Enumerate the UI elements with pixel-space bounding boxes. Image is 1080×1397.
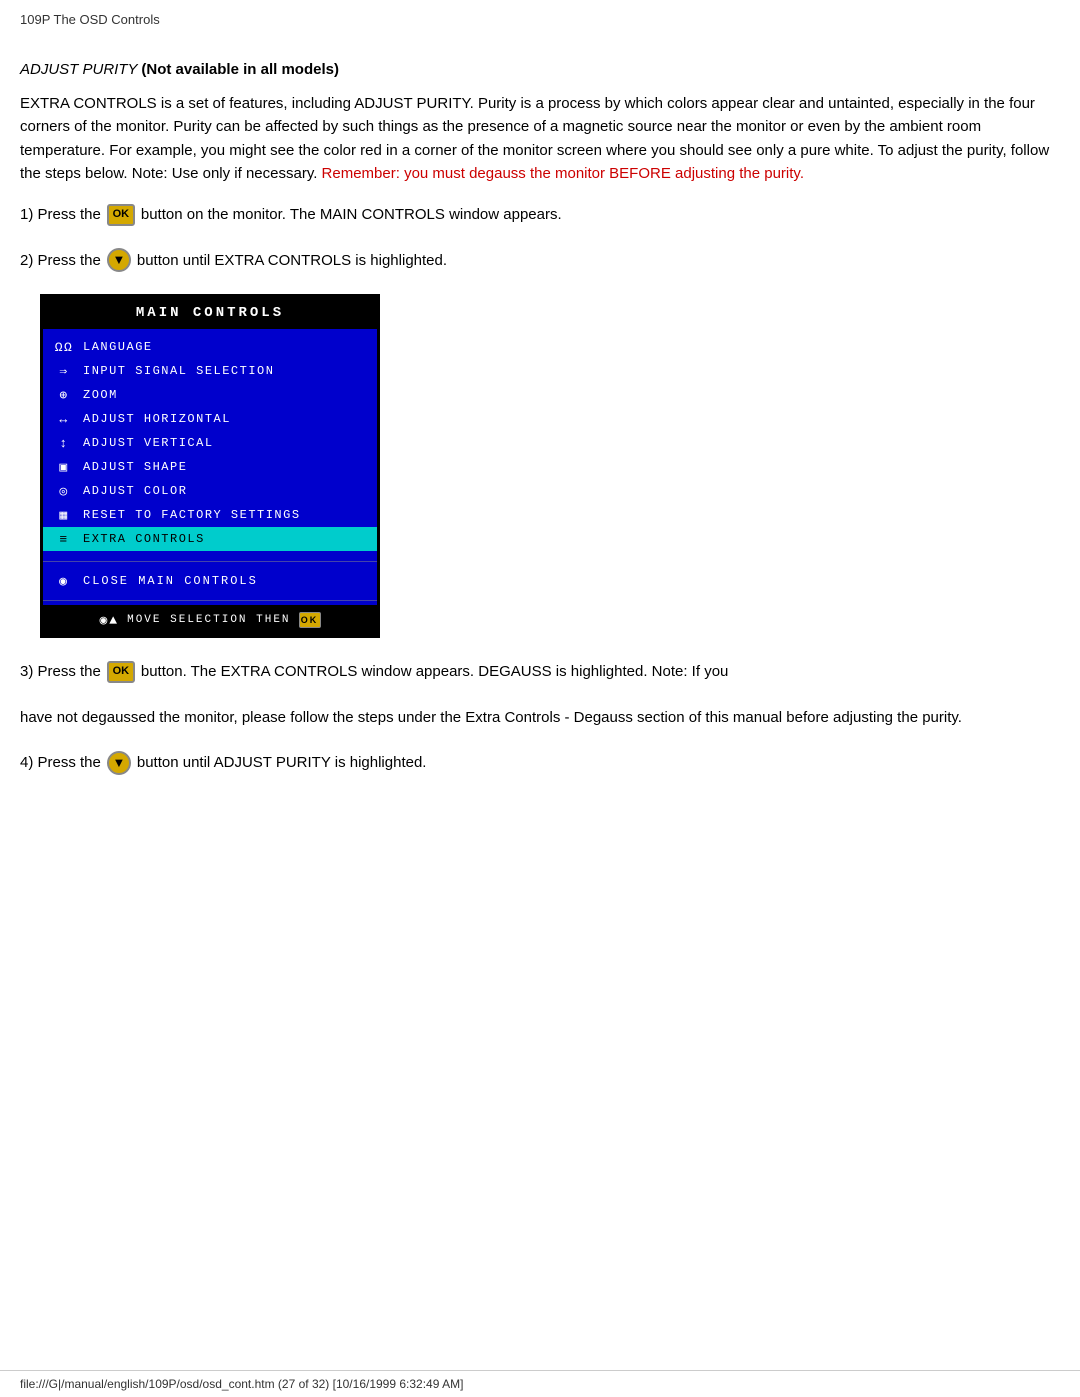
osd-shape-icon: ▣ [53,458,75,476]
osd-item-language: ΩΩ LANGUAGE [43,335,377,359]
osd-bottom-bar: ◉▲ MOVE SELECTION THEN OK [43,605,377,635]
footer: file:///G|/manual/english/109P/osd/osd_c… [0,1370,1080,1397]
osd-item-extra-label: EXTRA CONTROLS [83,532,205,546]
osd-bottom-ok: OK [299,612,321,628]
osd-item-factory-label: RESET TO FACTORY SETTINGS [83,508,301,522]
step2-prefix: 2) Press the [20,249,101,272]
body-paragraph: EXTRA CONTROLS is a set of features, inc… [20,92,1060,185]
osd-horizontal-icon: ↔ [53,410,75,428]
osd-item-input-label: INPUT SIGNAL SELECTION [83,364,274,378]
step2-suffix: button until EXTRA CONTROLS is highlight… [137,249,447,272]
step4: 4) Press the ▼ button until ADJUST PURIT… [20,751,1060,775]
osd-items-list: ΩΩ LANGUAGE ⇒ INPUT SIGNAL SELECTION ⊕ Z… [43,329,377,557]
osd-item-vertical-label: ADJUST VERTICAL [83,436,214,450]
step1-suffix: button on the monitor. The MAIN CONTROLS… [141,203,562,226]
ok-button-icon-step1: OK [107,204,135,226]
osd-language-icon: ΩΩ [53,338,75,356]
osd-item-input-signal: ⇒ INPUT SIGNAL SELECTION [43,359,377,383]
header-title: 109P The OSD Controls [20,8,1060,31]
osd-item-shape-label: ADJUST SHAPE [83,460,187,474]
step2: 2) Press the ▼ button until EXTRA CONTRO… [20,248,1060,272]
osd-bottom-icon1: ◉▲ [99,613,119,628]
osd-item-zoom: ⊕ ZOOM [43,383,377,407]
osd-input-icon: ⇒ [53,362,75,380]
osd-vertical-icon: ↕ [53,434,75,452]
section-title-italic: ADJUST PURITY [20,61,141,78]
osd-extra-icon: ≡ [53,530,75,548]
step1-prefix: 1) Press the [20,203,101,226]
red-warning-text: Remember: you must degauss the monitor B… [322,165,804,182]
osd-item-extra-controls: ≡ EXTRA CONTROLS [43,527,377,551]
ok-button-icon-step3: OK [107,661,135,683]
footer-text: file:///G|/manual/english/109P/osd/osd_c… [20,1377,463,1391]
osd-item-shape: ▣ ADJUST SHAPE [43,455,377,479]
osd-menu: MAIN CONTROLS ΩΩ LANGUAGE ⇒ INPUT SIGNAL… [40,294,380,638]
osd-close-row: ◉ CLOSE MAIN CONTROLS [43,566,377,596]
step4-prefix: 4) Press the [20,751,101,774]
osd-close-icon: ◉ [53,572,75,590]
osd-item-language-label: LANGUAGE [83,340,153,354]
osd-item-horizontal-label: ADJUST HORIZONTAL [83,412,231,426]
osd-item-color: ◎ ADJUST COLOR [43,479,377,503]
down-button-icon-step4: ▼ [107,751,131,775]
step4-suffix: button until ADJUST PURITY is highlighte… [137,751,427,774]
section-title-bold: (Not available in all models) [141,61,339,78]
osd-item-vertical: ↕ ADJUST VERTICAL [43,431,377,455]
osd-bottom-label: MOVE SELECTION THEN [127,614,290,626]
step3: 3) Press the OK button. The EXTRA CONTRO… [20,660,1060,683]
osd-zoom-icon: ⊕ [53,386,75,404]
osd-item-factory: ▦ RESET TO FACTORY SETTINGS [43,503,377,527]
step1: 1) Press the OK button on the monitor. T… [20,203,1060,226]
step3-continuation: have not degaussed the monitor, please f… [20,706,1060,729]
step3-suffix: button. The EXTRA CONTROLS window appear… [141,660,729,683]
section-title: ADJUST PURITY (Not available in all mode… [20,61,1060,78]
osd-close-label: CLOSE MAIN CONTROLS [83,574,258,588]
osd-item-horizontal: ↔ ADJUST HORIZONTAL [43,407,377,431]
osd-title: MAIN CONTROLS [43,297,377,329]
osd-color-icon: ◎ [53,482,75,500]
osd-item-zoom-label: ZOOM [83,388,118,402]
osd-factory-icon: ▦ [53,506,75,524]
step3-prefix: 3) Press the [20,660,101,683]
down-button-icon-step2: ▼ [107,248,131,272]
osd-item-color-label: ADJUST COLOR [83,484,187,498]
